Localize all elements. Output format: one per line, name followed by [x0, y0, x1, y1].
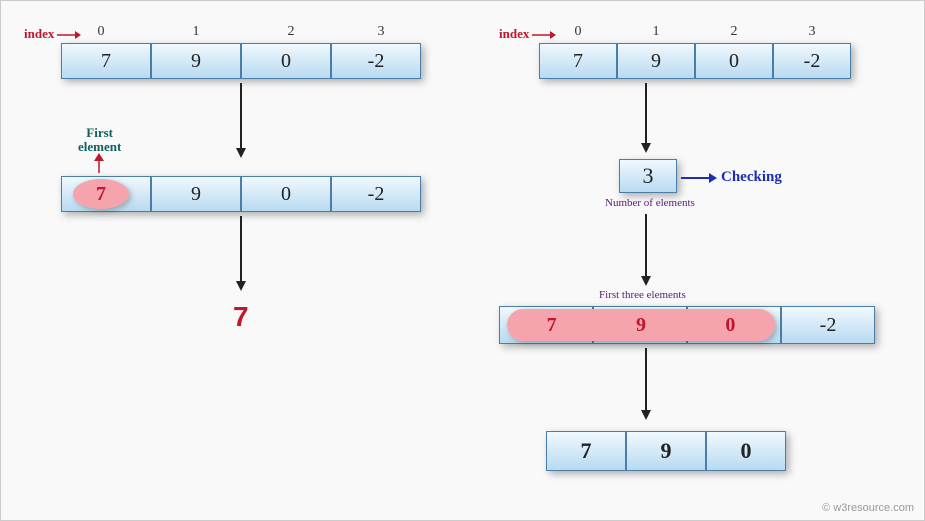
arrow-right-icon	[681, 173, 717, 183]
arrow-down-icon	[641, 214, 651, 286]
array-right-result: 7 9 0	[546, 431, 786, 471]
arrow-icon	[532, 31, 556, 39]
highlight-oval: 7	[73, 179, 129, 209]
n-value: 3	[619, 159, 677, 193]
index-3-left: 3	[371, 24, 391, 40]
index-3-right: 3	[802, 24, 822, 40]
array-left-top: 7 9 0 -2	[61, 43, 421, 79]
index-2-right: 2	[724, 24, 744, 40]
result-left: 7	[233, 301, 249, 333]
cell: -2	[773, 43, 851, 79]
arrow-down-icon	[641, 83, 651, 153]
cell: 0	[695, 43, 773, 79]
arrow-down-icon	[236, 216, 246, 291]
cell: 9	[151, 176, 241, 212]
footer-credit: © w3resource.com	[822, 502, 914, 514]
cell: 7	[546, 431, 626, 471]
hl-val: 7	[547, 314, 557, 337]
arrow-icon	[57, 31, 81, 39]
index-0-right: 0	[568, 24, 588, 40]
index-label-left: index	[24, 26, 54, 42]
cell: -2	[331, 176, 421, 212]
arrow-down-icon	[236, 83, 246, 158]
hl-val: 9	[636, 314, 646, 337]
cell: 0	[241, 176, 331, 212]
cell: 9	[626, 431, 706, 471]
first-three-label: First three elements	[599, 289, 686, 301]
number-of-elements-label: Number of elements	[605, 197, 695, 209]
cell: -2	[331, 43, 421, 79]
index-2-left: 2	[281, 24, 301, 40]
index-1-left: 1	[186, 24, 206, 40]
array-right-top: 7 9 0 -2	[539, 43, 851, 79]
arrow-down-icon	[641, 348, 651, 420]
cell: 7	[61, 43, 151, 79]
index-label-right: index	[499, 26, 529, 42]
index-1-right: 1	[646, 24, 666, 40]
cell: 9	[151, 43, 241, 79]
cell: 0	[241, 43, 331, 79]
hl-val: 0	[725, 314, 735, 337]
cell: 9	[617, 43, 695, 79]
checking-label: Checking	[721, 169, 782, 186]
cell: -2	[781, 306, 875, 344]
cell: 7	[539, 43, 617, 79]
first-element-label: First element	[78, 126, 121, 155]
n-box: 3	[619, 159, 677, 193]
label-line1: First	[86, 125, 113, 140]
cell: 0	[706, 431, 786, 471]
arrow-up-icon	[94, 153, 104, 173]
index-0-left: 0	[91, 24, 111, 40]
highlight-pill: 7 9 0	[507, 309, 775, 341]
